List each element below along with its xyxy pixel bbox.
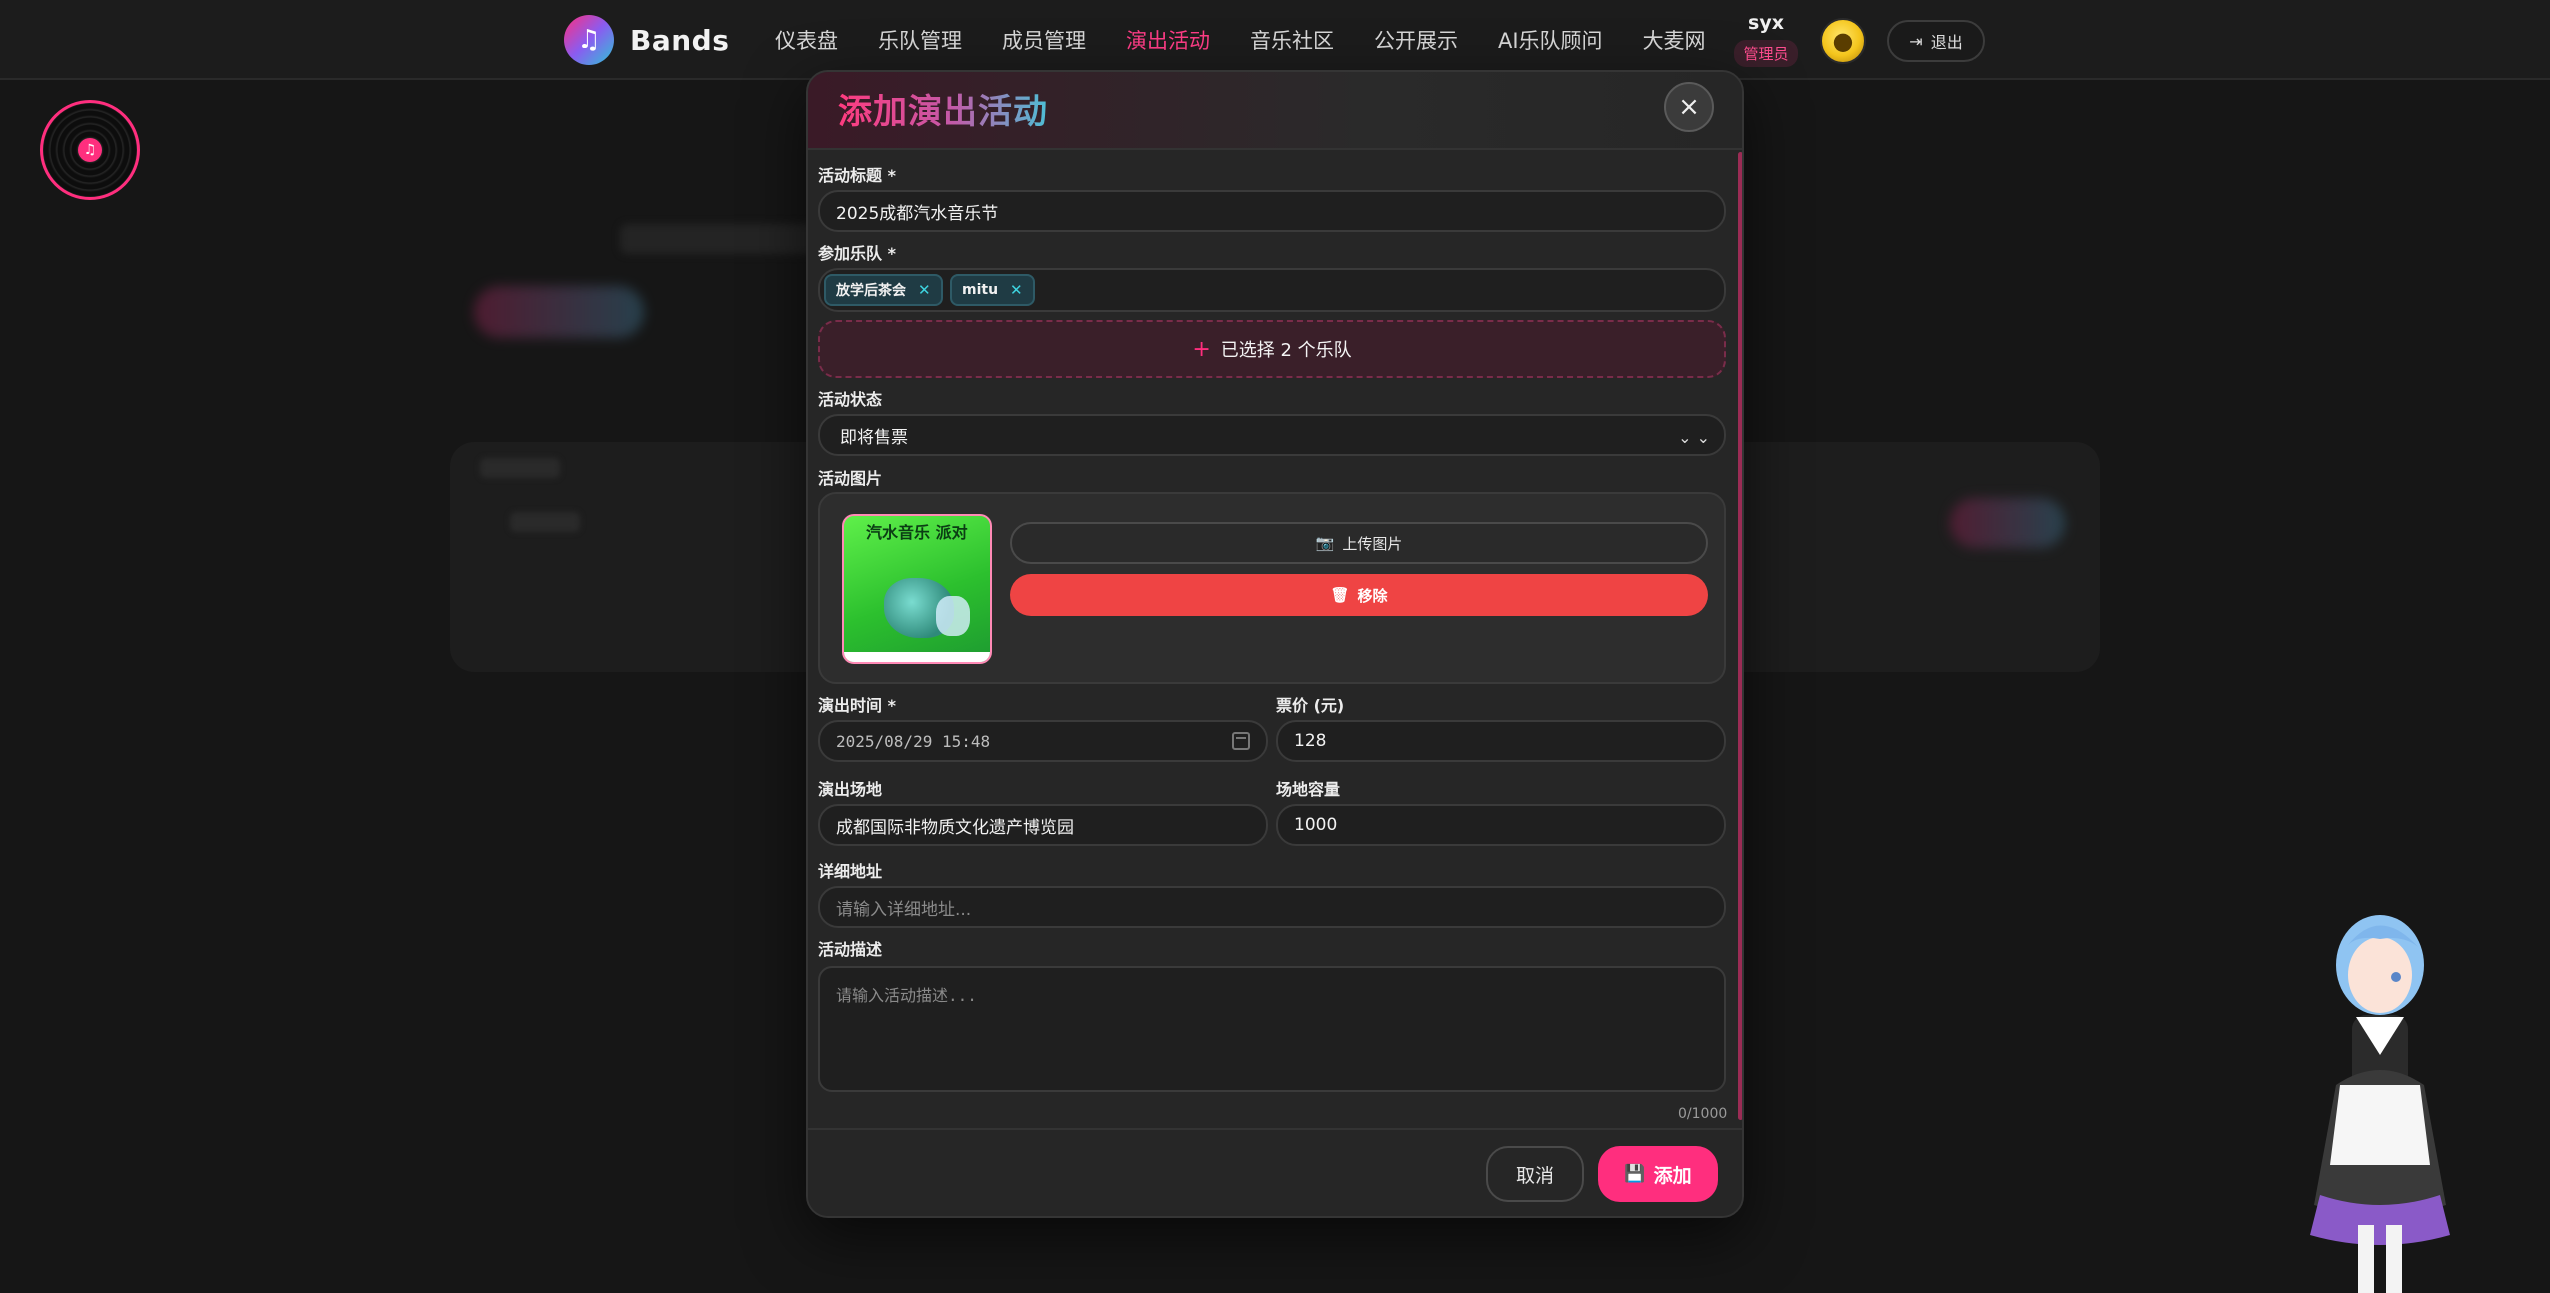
add-button[interactable]: 💾 添加 — [1598, 1146, 1718, 1202]
logout-label: 退出 — [1930, 33, 1963, 52]
venue-value: 成都国际非物质文化遗产博览园 — [836, 817, 1074, 838]
price-value: 128 — [1294, 731, 1327, 751]
plus-icon: + — [1192, 336, 1211, 362]
band-chip[interactable]: 放学后茶会 ✕ — [824, 274, 943, 306]
trash-icon: 🗑 — [1330, 586, 1350, 604]
remove-image-button[interactable]: 🗑 移除 — [1010, 574, 1708, 616]
chevron-down-icon: ⌄ ⌄ — [1678, 428, 1710, 447]
select-bands-button[interactable]: + 已选择 2 个乐队 — [818, 320, 1726, 378]
modal-footer: 取消 💾 添加 — [808, 1128, 1742, 1216]
event-poster-image: 汽水音乐 派对 — [842, 514, 992, 664]
user-info: syx 管理员 — [1730, 12, 1802, 67]
modal-title: 添加演出活动 — [838, 84, 1048, 133]
user-name: syx — [1748, 12, 1784, 34]
logout-button[interactable]: ⇥ 退出 — [1887, 20, 1985, 62]
background-heading — [620, 224, 820, 254]
avatar[interactable]: ● — [1820, 18, 1866, 64]
save-icon: 💾 — [1624, 1164, 1646, 1184]
event-title-value: 2025成都汽水音乐节 — [836, 203, 999, 224]
character-counter: 0/1000 — [1678, 1106, 1728, 1122]
music-note-icon: ♫ — [78, 138, 102, 162]
nav-item-ai-advisor[interactable]: AI乐队顾问 — [1498, 0, 1603, 80]
background-button — [1950, 498, 2065, 548]
address-placeholder: 请输入详细地址... — [836, 899, 972, 920]
close-icon: × — [1678, 92, 1700, 122]
brand[interactable]: ♫ Bands — [564, 15, 729, 65]
poster-text: 汽水音乐 派对 — [866, 523, 968, 542]
main-nav: 仪表盘 乐队管理 成员管理 演出活动 音乐社区 公开展示 AI乐队顾问 大麦网 — [775, 0, 1746, 80]
description-textarea[interactable]: 请输入活动描述... — [818, 966, 1726, 1092]
remove-chip-icon[interactable]: ✕ — [1010, 281, 1023, 299]
status-value: 即将售票 — [840, 427, 908, 448]
calendar-icon[interactable] — [1232, 732, 1250, 750]
poster-art — [936, 596, 970, 636]
nav-item-band-management[interactable]: 乐队管理 — [878, 0, 962, 80]
address-label: 详细地址 — [818, 862, 883, 881]
venue-input[interactable]: 成都国际非物质文化遗产博览园 — [818, 804, 1268, 846]
price-input[interactable]: 128 — [1276, 720, 1726, 762]
nav-item-member-management[interactable]: 成员管理 — [1002, 0, 1086, 80]
event-time-input[interactable]: 2025/08/29 15:48 — [818, 720, 1268, 762]
status-select[interactable]: 即将售票 ⌄ ⌄ — [818, 414, 1726, 456]
bands-label: 参加乐队 * — [818, 244, 896, 263]
band-chip[interactable]: mitu ✕ — [950, 274, 1035, 306]
remove-label: 移除 — [1357, 586, 1388, 605]
capacity-label: 场地容量 — [1276, 780, 1341, 799]
band-chip-label: mitu — [962, 282, 999, 298]
bands-input[interactable]: 放学后茶会 ✕ mitu ✕ — [818, 268, 1726, 312]
event-title-input[interactable]: 2025成都汽水音乐节 — [818, 190, 1726, 232]
remove-chip-icon[interactable]: ✕ — [918, 281, 931, 299]
description-placeholder: 请输入活动描述... — [836, 986, 977, 1005]
background-text — [480, 458, 560, 478]
poster-strip — [844, 652, 990, 662]
select-bands-label: 已选择 2 个乐队 — [1220, 340, 1352, 361]
time-label: 演出时间 * — [818, 696, 896, 715]
top-navbar: ♫ Bands 仪表盘 乐队管理 成员管理 演出活动 音乐社区 公开展示 AI乐… — [0, 0, 2550, 80]
add-label: 添加 — [1653, 1164, 1692, 1187]
upload-label: 上传图片 — [1342, 534, 1403, 553]
background-text — [510, 512, 580, 532]
brand-name: Bands — [630, 23, 730, 57]
nav-item-damai[interactable]: 大麦网 — [1643, 0, 1706, 80]
nav-item-dashboard[interactable]: 仪表盘 — [775, 0, 838, 80]
cancel-label: 取消 — [1515, 1164, 1554, 1187]
status-label: 活动状态 — [818, 390, 883, 409]
description-label: 活动描述 — [818, 940, 883, 959]
add-event-modal: 添加演出活动 × 活动标题 * 2025成都汽水音乐节 参加乐队 * 放学后茶会… — [806, 70, 1744, 1218]
nav-item-events[interactable]: 演出活动 — [1126, 0, 1210, 80]
event-time-value: 2025/08/29 15:48 — [836, 731, 991, 751]
nav-item-music-community[interactable]: 音乐社区 — [1250, 0, 1334, 80]
close-button[interactable]: × — [1664, 82, 1714, 132]
address-input[interactable]: 请输入详细地址... — [818, 886, 1726, 928]
background-button — [474, 286, 644, 338]
logout-icon: ⇥ — [1909, 31, 1923, 51]
music-note-icon: ♫ — [564, 15, 614, 65]
capacity-value: 1000 — [1294, 815, 1338, 835]
music-player-disc[interactable]: ♫ — [40, 100, 140, 200]
modal-header: 添加演出活动 × — [808, 72, 1742, 150]
capacity-input[interactable]: 1000 — [1276, 804, 1726, 846]
mascot-character[interactable] — [2300, 905, 2460, 1293]
role-badge: 管理员 — [1734, 40, 1798, 67]
nav-item-public-display[interactable]: 公开展示 — [1374, 0, 1458, 80]
camera-icon: 📷 — [1315, 534, 1335, 552]
band-chip-label: 放学后茶会 — [836, 283, 906, 299]
image-label: 活动图片 — [818, 469, 883, 488]
cancel-button[interactable]: 取消 — [1486, 1146, 1584, 1202]
image-upload-area: 汽水音乐 派对 📷 上传图片 🗑 移除 — [818, 492, 1726, 684]
upload-image-button[interactable]: 📷 上传图片 — [1010, 522, 1708, 564]
modal-scrollbar[interactable] — [1738, 152, 1742, 1120]
price-label: 票价 (元) — [1276, 696, 1345, 715]
event-title-label: 活动标题 * — [818, 166, 896, 185]
venue-label: 演出场地 — [818, 780, 883, 799]
